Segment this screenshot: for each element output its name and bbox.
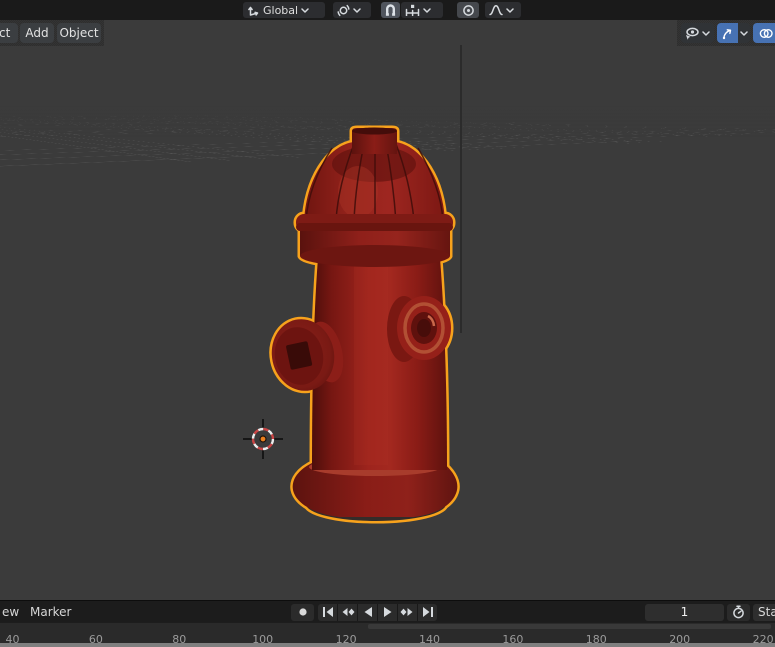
record-icon <box>298 607 308 617</box>
previous-keyframe-icon <box>340 606 355 618</box>
timeline-header: ew Marker 1 Sta <box>0 600 775 622</box>
proportional-editing-toggle[interactable] <box>457 2 479 18</box>
snap-toggle-button[interactable] <box>381 2 400 18</box>
timeline-scrollbar[interactable] <box>368 624 771 629</box>
menu-object[interactable]: Object <box>57 23 101 43</box>
proportional-editing-icon <box>462 4 475 17</box>
ruler[interactable]: 40 60 80 100 120 140 160 180 200 220 <box>0 622 775 643</box>
play-reverse-icon <box>362 606 374 618</box>
ruler-label: 100 <box>243 633 283 643</box>
topbar: Global <box>0 0 775 20</box>
timeline-menu-marker[interactable]: Marker <box>30 601 71 623</box>
snap-increment-icon <box>405 4 420 16</box>
chevron-down-icon <box>423 8 431 13</box>
chevron-down-icon <box>506 8 514 13</box>
play-forward-button[interactable] <box>378 604 397 621</box>
frame-start-field[interactable]: Sta <box>753 604 775 621</box>
overlays-icon <box>759 27 773 40</box>
pivot-point-icon <box>337 4 350 17</box>
overlays-toggle-button[interactable] <box>753 23 775 43</box>
jump-to-start-button[interactable] <box>318 604 337 621</box>
ruler-label: 140 <box>410 633 450 643</box>
show-gizmo-eye-icon <box>684 27 700 40</box>
pivot-point-dropdown[interactable] <box>333 2 371 18</box>
ruler-label: 180 <box>576 633 616 643</box>
playback-controls <box>318 604 437 621</box>
next-keyframe-icon <box>400 606 415 618</box>
transform-orientation-dropdown[interactable]: Global <box>243 2 325 18</box>
play-forward-icon <box>382 606 394 618</box>
fire-hydrant-object[interactable] <box>258 120 470 530</box>
stopwatch-icon <box>732 605 745 619</box>
show-gizmo-dropdown[interactable] <box>681 23 714 43</box>
ruler-label: 200 <box>660 633 700 643</box>
gizmos-toggle-button[interactable] <box>717 23 738 43</box>
jump-to-end-button[interactable] <box>418 604 437 621</box>
auto-keying-record-button[interactable] <box>291 604 314 621</box>
falloff-curve-icon <box>489 4 503 16</box>
orientation-axes-icon <box>247 4 260 17</box>
chevron-down-icon <box>740 31 748 36</box>
ruler-label: 60 <box>76 633 116 643</box>
menu-label: Add <box>25 26 48 40</box>
magnet-icon <box>384 3 397 17</box>
ruler-label: 220 <box>743 633 775 643</box>
menu-label: Object <box>59 26 98 40</box>
viewport-header: ect Add Object <box>0 20 775 46</box>
menu-label: ect <box>0 26 10 40</box>
orientation-label: Global <box>263 4 298 17</box>
use-preview-range-button[interactable] <box>727 604 750 621</box>
snap-mode-dropdown[interactable] <box>401 2 443 18</box>
proportional-falloff-dropdown[interactable] <box>485 2 521 18</box>
ruler-label: 80 <box>159 633 199 643</box>
chevron-down-icon <box>301 8 309 13</box>
ruler-label: 120 <box>326 633 366 643</box>
statusbar-edge <box>0 643 775 647</box>
ruler-label: 40 <box>0 633 33 643</box>
gizmo-arrow-icon <box>721 27 734 40</box>
previous-keyframe-button[interactable] <box>338 604 357 621</box>
viewport-3d[interactable]: ect Add Object <box>0 20 775 600</box>
menu-add[interactable]: Add <box>20 23 54 43</box>
play-reverse-button[interactable] <box>358 604 377 621</box>
timeline-menu-view-partial[interactable]: ew <box>2 601 19 623</box>
hydrant-geometry <box>265 128 457 522</box>
gizmos-toggle-dropdown[interactable] <box>717 23 750 43</box>
snapping-cluster <box>381 2 443 18</box>
next-keyframe-button[interactable] <box>398 604 417 621</box>
menu-select-partial[interactable]: ect <box>0 23 18 43</box>
chevron-down-icon <box>702 31 710 36</box>
ruler-label: 160 <box>493 633 533 643</box>
jump-to-start-icon <box>321 606 335 618</box>
chevron-down-icon <box>353 8 361 13</box>
jump-to-end-icon <box>421 606 435 618</box>
current-frame-field[interactable]: 1 <box>645 604 724 621</box>
